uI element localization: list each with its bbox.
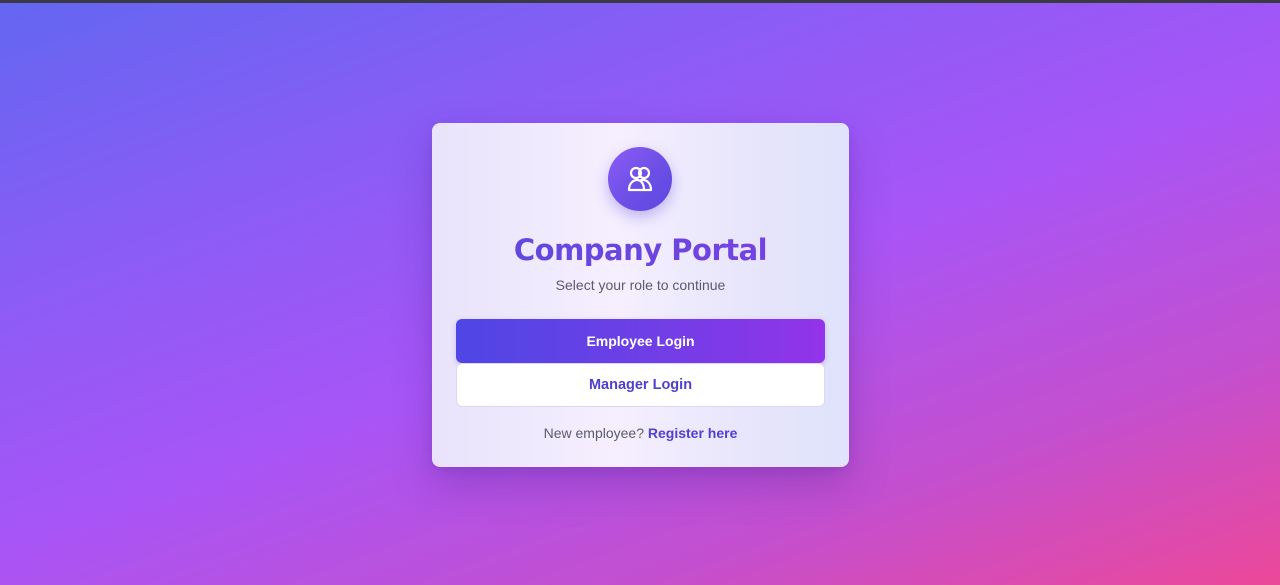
portal-avatar xyxy=(608,147,672,211)
employee-login-label: Employee Login xyxy=(586,333,695,349)
login-card: Company Portal Select your role to conti… xyxy=(432,123,849,467)
page-title: Company Portal xyxy=(432,233,849,267)
manager-login-label: Manager Login xyxy=(588,377,693,393)
register-prompt: New employee? Register here xyxy=(432,425,849,441)
employee-login-button[interactable]: Employee Login xyxy=(456,319,825,363)
window-top-strip xyxy=(0,0,1280,3)
manager-login-button[interactable]: Manager Login xyxy=(456,363,825,407)
register-link[interactable]: Register here xyxy=(648,425,737,441)
page-subtitle: Select your role to continue xyxy=(555,277,726,293)
register-prompt-text: New employee? xyxy=(543,425,644,441)
users-icon xyxy=(627,166,653,192)
